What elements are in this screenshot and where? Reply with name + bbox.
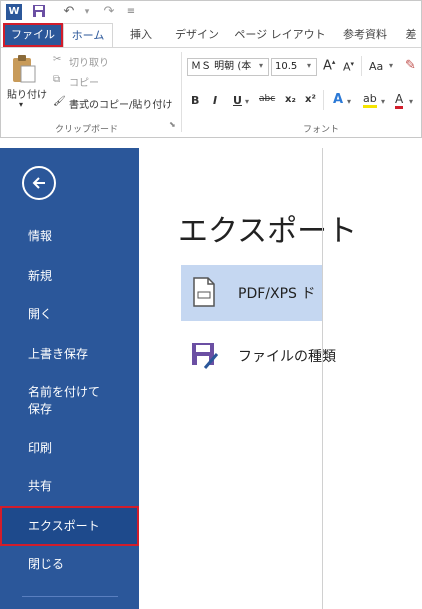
copy-button[interactable]: コピー [69,74,99,89]
underline-dropdown-icon[interactable]: ▾ [245,97,249,106]
tab-home[interactable]: ホーム [63,23,113,47]
font-name-value: ＭＳ 明朝 (本 [191,61,252,72]
superscript-button[interactable]: x² [305,94,316,105]
highlight-color-icon[interactable]: ab [363,92,377,108]
cut-button[interactable]: 切り取り [69,54,109,69]
tab-mailings[interactable]: 差 [401,23,421,47]
clear-formatting-icon[interactable]: ✎ [405,58,416,73]
undo-dropdown-icon[interactable]: ▾ [79,4,95,20]
underline-button[interactable]: U [233,94,242,107]
export-pdf-option[interactable]: PDF/XPS ド [181,265,322,321]
font-color-icon[interactable]: A [395,92,404,109]
paste-button[interactable]: 貼り付け [7,86,47,101]
nav-share[interactable]: 共有 [0,478,139,495]
backstage-sidebar: 情報 新規 開く 上書き保存 名前を付けて 保存 印刷 共有 エクスポート 閉じ… [0,148,139,609]
customize-qat-icon[interactable]: ≡ [123,4,139,20]
group-divider [181,52,182,132]
clipboard-launcher-icon[interactable]: ⬊ [169,120,176,129]
strikethrough-button[interactable]: abc [259,94,275,104]
nav-new[interactable]: 新規 [0,268,139,285]
ribbon-home-content: 貼り付け ▾ ✂ 切り取り ⧉ コピー 🖌 書式のコピー/貼り付け クリップボー… [1,47,421,137]
pdf-document-icon [193,277,215,307]
format-painter-button[interactable]: 書式のコピー/貼り付け [69,96,172,111]
font-group-label: フォント [303,125,340,135]
redo-icon[interactable]: ↷ [101,4,117,20]
window-edge [322,148,323,609]
quick-access-toolbar: W ↶ ▾ ↷ ≡ [1,1,421,23]
cut-icon[interactable]: ✂ [53,54,61,65]
subscript-button[interactable]: x₂ [285,94,296,105]
paste-icon[interactable] [11,54,37,84]
nav-export[interactable]: エクスポート [0,506,139,546]
text-effects-icon[interactable]: A [333,92,343,107]
nav-save[interactable]: 上書き保存 [0,346,139,363]
font-color-dropdown-icon[interactable]: ▾ [409,97,413,106]
nav-print[interactable]: 印刷 [0,440,139,457]
shrink-font-icon[interactable]: A▾ [343,60,354,74]
highlight-dropdown-icon[interactable]: ▾ [381,97,385,106]
nav-close[interactable]: 閉じる [0,556,139,573]
change-case-button[interactable]: Aa [369,60,383,73]
paste-dropdown-icon[interactable]: ▾ [19,100,23,109]
undo-icon[interactable]: ↶ [61,4,77,20]
back-arrow-icon [32,177,45,189]
back-button[interactable] [22,166,56,200]
grow-font-icon[interactable]: A▴ [323,58,335,73]
copy-icon[interactable]: ⧉ [53,74,60,85]
tab-file[interactable]: ファイル [3,23,63,47]
nav-divider [22,596,118,597]
format-painter-icon[interactable]: 🖌 [53,96,66,107]
change-file-type-option[interactable]: ファイルの種類 [181,328,336,384]
font-size-dropdown-icon[interactable]: ▾ [307,61,311,70]
word-icon: W [6,4,22,20]
italic-button[interactable]: I [213,94,217,107]
tab-insert[interactable]: 挿入 [119,23,163,47]
nav-save-as[interactable]: 名前を付けて 保存 [0,384,139,418]
nav-info[interactable]: 情報 [0,228,139,245]
clipboard-group-label: クリップボード [55,125,119,135]
change-case-dropdown-icon[interactable]: ▾ [389,61,393,70]
text-effects-dropdown-icon[interactable]: ▾ [347,97,351,106]
ribbon-tabs: ファイル ホーム 挿入 デザイン ページ レイアウト 参考資料 差 [1,23,421,47]
font-divider [361,56,362,76]
file-type-save-icon [192,343,219,369]
page-title: エクスポート [178,214,358,249]
tab-page-layout[interactable]: ページ レイアウト [231,23,329,47]
tab-references[interactable]: 参考資料 [337,23,393,47]
font-name-box[interactable]: ＭＳ 明朝 (本 [187,58,269,76]
tab-design[interactable]: デザイン [169,23,225,47]
font-name-dropdown-icon[interactable]: ▾ [259,61,263,70]
format-divider [323,90,324,110]
nav-open[interactable]: 開く [0,306,139,323]
ribbon-panel: W ↶ ▾ ↷ ≡ ファイル ホーム 挿入 デザイン ページ レイアウト 参考資… [0,0,422,138]
bold-button[interactable]: B [191,94,199,107]
save-icon[interactable] [31,4,47,20]
export-pdf-label: PDF/XPS ド [238,286,316,302]
font-size-value: 10.5 [275,61,298,72]
